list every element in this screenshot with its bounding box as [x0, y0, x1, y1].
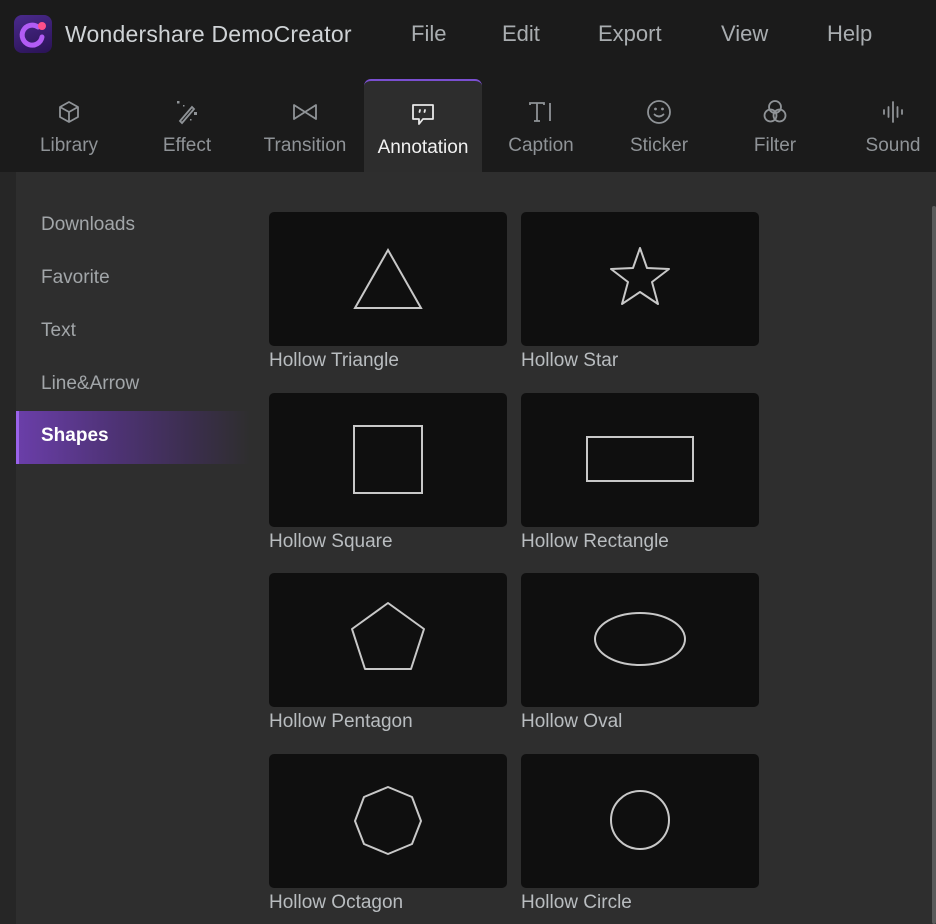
text-caption-icon — [526, 97, 556, 127]
sidebar-item-favorite[interactable]: Favorite — [16, 253, 250, 306]
sidebar-item-line-arrow[interactable]: Line&Arrow — [16, 359, 250, 412]
menu-help[interactable]: Help — [827, 21, 872, 47]
shape-thumbnail — [521, 573, 759, 707]
tab-label: Sound — [865, 135, 921, 156]
shape-thumbnail — [269, 212, 507, 346]
sidebar-item-label: Downloads — [41, 214, 135, 235]
shape-thumbnail — [521, 754, 759, 888]
sidebar-item-label: Text — [41, 320, 76, 341]
democreator-logo-icon — [14, 15, 52, 53]
circle-shape-icon — [610, 790, 670, 850]
shape-thumbnail — [269, 393, 507, 527]
shapes-scrollbar[interactable] — [932, 206, 936, 924]
triangle-shape-icon — [353, 247, 423, 309]
smiley-icon — [644, 97, 674, 127]
tab-label: Filter — [753, 135, 797, 156]
shape-label: Hollow Star — [521, 350, 619, 371]
sidebar-item-label: Line&Arrow — [41, 373, 140, 394]
tab-label: Annotation — [377, 137, 469, 158]
octagon-shape-icon — [354, 786, 422, 855]
shape-tile-hollow-circle[interactable]: Hollow Circle — [521, 754, 759, 913]
shape-tile-hollow-star[interactable]: Hollow Star — [521, 212, 759, 371]
cube-icon — [54, 97, 84, 127]
shape-label: Hollow Triangle — [269, 350, 399, 371]
menu-file[interactable]: File — [411, 21, 446, 47]
tab-label: Library — [39, 135, 99, 156]
overlapping-circles-icon — [760, 97, 790, 127]
shape-tile-hollow-oval[interactable]: Hollow Oval — [521, 573, 759, 732]
sidebar-item-shapes[interactable]: Shapes — [16, 411, 250, 464]
shape-thumbnail — [269, 573, 507, 707]
shape-thumbnail — [269, 754, 507, 888]
sound-wave-icon — [878, 97, 908, 127]
shape-label: Hollow Oval — [521, 711, 623, 732]
square-shape-icon — [353, 425, 423, 494]
title-bar: Wondershare DemoCreator File Edit Export… — [0, 0, 936, 74]
magic-wand-icon — [172, 97, 202, 127]
star-shape-icon — [610, 247, 670, 305]
shape-thumbnail — [521, 393, 759, 527]
tab-label: Transition — [263, 135, 347, 156]
tab-label: Caption — [508, 135, 574, 156]
sidebar-item-downloads[interactable]: Downloads — [16, 200, 250, 253]
menu-view[interactable]: View — [721, 21, 768, 47]
shape-tile-hollow-octagon[interactable]: Hollow Octagon — [269, 754, 507, 913]
tab-annotation[interactable]: Annotation — [364, 79, 482, 172]
shape-label: Hollow Square — [269, 531, 393, 552]
pentagon-shape-icon — [351, 602, 425, 670]
shape-label: Hollow Pentagon — [269, 711, 413, 732]
shape-label: Hollow Rectangle — [521, 531, 669, 552]
tab-transition[interactable]: Transition — [246, 79, 364, 172]
tab-sound[interactable]: Sound — [834, 79, 936, 172]
app-title: Wondershare DemoCreator — [65, 21, 352, 47]
shape-tile-hollow-square[interactable]: Hollow Square — [269, 393, 507, 552]
tab-caption[interactable]: Caption — [482, 79, 600, 172]
shape-tile-hollow-triangle[interactable]: Hollow Triangle — [269, 212, 507, 371]
oval-shape-icon — [594, 612, 686, 666]
tab-filter[interactable]: Filter — [716, 79, 834, 172]
tab-label: Effect — [162, 135, 212, 156]
sidebar-item-label: Shapes — [41, 425, 109, 446]
menu-edit[interactable]: Edit — [502, 21, 540, 47]
rectangle-shape-icon — [586, 436, 694, 482]
shape-label: Hollow Octagon — [269, 892, 404, 913]
shape-tile-hollow-pentagon[interactable]: Hollow Pentagon — [269, 573, 507, 732]
shape-tile-hollow-rectangle[interactable]: Hollow Rectangle — [521, 393, 759, 552]
tab-effect[interactable]: Effect — [128, 79, 246, 172]
speech-bubble-icon — [408, 99, 438, 129]
shape-thumbnail — [521, 212, 759, 346]
tab-sticker[interactable]: Sticker — [600, 79, 718, 172]
media-tab-bar: Library Effect Transition Annotation Cap… — [0, 74, 936, 172]
tab-label: Sticker — [629, 135, 689, 156]
annotation-panel: Downloads Favorite Text Line&Arrow Shape… — [16, 172, 936, 924]
tab-library[interactable]: Library — [10, 79, 128, 172]
menu-export[interactable]: Export — [598, 21, 662, 47]
bowtie-transition-icon — [290, 97, 320, 127]
sidebar-item-label: Favorite — [41, 267, 110, 288]
left-edge-strip — [0, 172, 16, 924]
shape-label: Hollow Circle — [521, 892, 632, 913]
sidebar-item-text[interactable]: Text — [16, 306, 250, 359]
